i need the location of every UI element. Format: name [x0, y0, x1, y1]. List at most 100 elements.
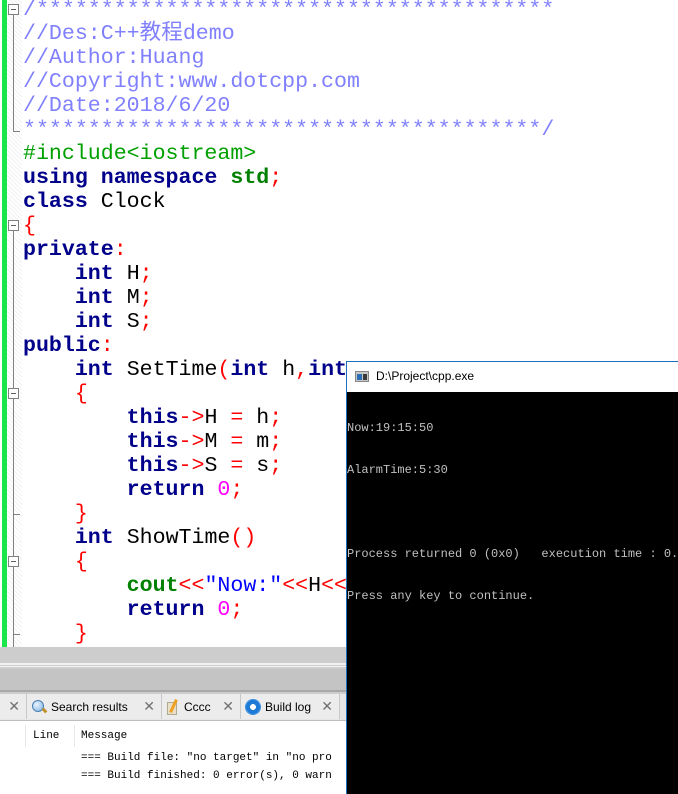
build-log-list[interactable]: Line Message === Build file: "no target"… — [0, 721, 346, 794]
code-line[interactable]: //Des:C++教程demo — [23, 22, 554, 46]
tab-build-log[interactable]: Build log ✕ — [241, 694, 340, 719]
log-row[interactable]: === Build file: "no target" in "no pro — [81, 752, 332, 764]
code-line[interactable]: int M; — [23, 286, 554, 310]
code-line[interactable]: { — [23, 214, 554, 238]
fold-toggle-class[interactable] — [8, 220, 19, 231]
code-line[interactable]: public: — [23, 334, 554, 358]
code-line[interactable]: private: — [23, 238, 554, 262]
code-token: : — [113, 238, 127, 262]
code-token: = — [230, 454, 244, 478]
code-token: //Copyright:www.dotcpp.com — [23, 70, 360, 94]
code-line[interactable]: int H; — [23, 262, 554, 286]
code-token: this — [126, 406, 179, 430]
fold-line — [13, 231, 14, 647]
code-line[interactable]: class Clock — [23, 190, 554, 214]
code-line[interactable]: //Author:Huang — [23, 46, 554, 70]
fold-gutter — [7, 0, 22, 647]
console-output[interactable]: Now:19:15:50 AlarmTime:5:30 Process retu… — [347, 392, 678, 794]
splitter-shadow — [0, 690, 346, 692]
column-divider[interactable] — [25, 725, 26, 747]
code-token: ; — [269, 454, 283, 478]
code-token: std — [230, 166, 270, 190]
column-divider[interactable] — [74, 725, 75, 747]
code-token: int — [74, 286, 114, 310]
column-header-message[interactable]: Message — [81, 730, 127, 742]
tab-hidden[interactable]: ✕ — [0, 694, 27, 719]
console-app-icon — [355, 371, 369, 382]
console-line: Now:19:15:50 — [347, 421, 434, 435]
fold-toggle-settime[interactable] — [8, 388, 19, 399]
code-token: << — [178, 574, 205, 598]
code-token: , — [295, 358, 309, 382]
code-line[interactable]: ****************************************… — [23, 118, 554, 142]
tab-label: Cccc — [184, 699, 211, 714]
code-token: //Des:C++教程demo — [23, 22, 235, 46]
code-token: "Now:" — [204, 574, 283, 598]
code-token: ; — [139, 286, 153, 310]
fold-toggle-comment[interactable] — [8, 4, 19, 15]
close-icon[interactable]: ✕ — [321, 698, 333, 715]
console-line: Process returned 0 (0x0) execution time … — [347, 547, 678, 561]
code-line[interactable]: #include<iostream> — [23, 142, 554, 166]
code-line[interactable]: //Date:2018/6/20 — [23, 94, 554, 118]
close-icon[interactable]: ✕ — [8, 698, 20, 715]
code-token: << — [282, 574, 309, 598]
code-token: #include<iostream> — [23, 142, 257, 166]
pencil-icon — [166, 699, 180, 715]
code-token: ShowTime — [113, 526, 231, 550]
code-token: -> — [178, 454, 205, 478]
code-token: 0 — [217, 478, 231, 502]
panel-splitter[interactable] — [0, 669, 346, 690]
console-titlebar[interactable]: D:\Project\cpp.exe — [347, 362, 678, 392]
code-token: int — [74, 262, 114, 286]
fold-toggle-showtime[interactable] — [8, 556, 19, 567]
close-icon[interactable]: ✕ — [143, 698, 155, 715]
tab-cccc[interactable]: Cccc ✕ — [162, 694, 241, 719]
log-row[interactable]: === Build finished: 0 error(s), 0 warn — [81, 770, 332, 782]
code-line[interactable]: using namespace std; — [23, 166, 554, 190]
gear-icon — [245, 698, 261, 715]
code-token: return — [126, 598, 205, 622]
tab-search-results[interactable]: Search results ✕ — [27, 694, 162, 719]
logs-tabbar: ✕ Search results ✕ Cccc ✕ Build log ✕ — [0, 694, 346, 721]
console-line: AlarmTime:5:30 — [347, 463, 448, 477]
code-token: h — [269, 358, 296, 382]
code-token: //Author:Huang — [23, 46, 205, 70]
search-icon — [31, 699, 47, 715]
code-token: ; — [139, 262, 153, 286]
code-token: } — [74, 502, 88, 526]
code-token: //Date:2018/6/20 — [23, 94, 231, 118]
code-token: = — [230, 430, 244, 454]
code-token: { — [23, 214, 36, 238]
column-header-line[interactable]: Line — [33, 730, 59, 742]
code-token: public — [23, 334, 101, 358]
code-token: h — [243, 406, 270, 430]
code-token: m — [243, 430, 270, 454]
console-window[interactable]: D:\Project\cpp.exe Now:19:15:50 AlarmTim… — [346, 361, 678, 794]
code-line[interactable]: int S; — [23, 310, 554, 334]
code-line[interactable]: /***************************************… — [23, 0, 554, 22]
code-token: s — [243, 454, 270, 478]
code-token: S — [204, 454, 231, 478]
code-token: -> — [178, 430, 205, 454]
fold-end — [13, 634, 20, 635]
code-token: using — [23, 166, 88, 190]
close-icon[interactable]: ✕ — [222, 698, 234, 715]
code-token: return — [126, 478, 205, 502]
fold-end — [13, 514, 20, 515]
code-token: } — [74, 622, 88, 646]
code-line[interactable]: //Copyright:www.dotcpp.com — [23, 70, 554, 94]
code-token: ; — [269, 430, 283, 454]
code-token: M — [204, 430, 231, 454]
